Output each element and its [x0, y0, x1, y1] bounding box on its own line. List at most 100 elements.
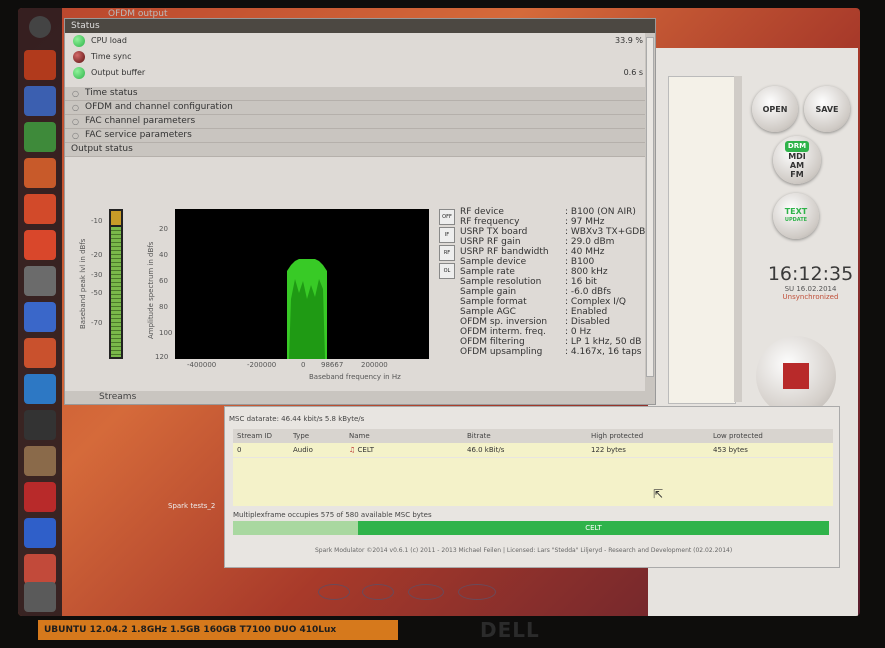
window-scrollbar[interactable] [645, 33, 655, 404]
status-list: CPU load 33.9 % Time sync Output buffer … [65, 33, 655, 81]
workspace-3[interactable] [408, 584, 444, 600]
text-area[interactable] [668, 76, 736, 404]
info-key: USRP RF bandwidth [460, 247, 549, 257]
status-row-buffer: Output buffer 0.6 s [65, 65, 655, 81]
section-ofdm-config[interactable]: ○ OFDM and channel configuration [65, 101, 655, 115]
workspace-1[interactable] [318, 584, 350, 600]
info-key: Sample device [460, 257, 527, 267]
spreadsheet-icon[interactable] [24, 122, 56, 152]
drive-icon[interactable] [24, 446, 56, 476]
spec-ytick: 40 [159, 251, 168, 259]
trash-icon[interactable] [24, 582, 56, 612]
open-button[interactable]: OPEN [752, 86, 798, 132]
cell-name-text: CELT [357, 446, 375, 454]
sync-status: Unsynchronized [782, 293, 839, 301]
streams-window: MSC datarate: 46.44 kbit/s 5.8 kByte/s S… [224, 406, 840, 568]
info-key: Sample rate [460, 267, 515, 277]
cell-type: Audio [293, 446, 313, 454]
settings-gear-icon[interactable] [24, 266, 56, 296]
text-label: TEXT [784, 207, 808, 216]
status-label: Time sync [91, 52, 132, 61]
dash-home-icon[interactable] [29, 16, 51, 38]
cell-id: 0 [237, 446, 242, 454]
spec-xtick: 200000 [361, 361, 388, 369]
info-value: : 0 Hz [565, 327, 591, 337]
spec-ytick: 100 [159, 329, 173, 337]
section-streams[interactable]: Streams [65, 391, 645, 404]
clock-time: 16:12:35 [767, 263, 854, 285]
rf-button[interactable]: RF [439, 245, 455, 261]
info-row: Sample device: B100 [460, 257, 645, 267]
unity-launcher [18, 8, 62, 616]
section-fac-channel[interactable]: ○ FAC channel parameters [65, 115, 655, 129]
section-time-status[interactable]: ○ Time status [65, 87, 655, 101]
info-row: Sample resolution: 16 bit [460, 277, 645, 287]
spectrum-plot [175, 209, 429, 359]
clock: 16:12:35 SU 16.02.2014 Unsynchronized [763, 263, 858, 301]
blue-app-icon[interactable] [24, 518, 56, 548]
info-value: : Enabled [565, 307, 608, 317]
info-key: RF device [460, 207, 504, 217]
status-row-cpu: CPU load 33.9 % [65, 33, 655, 49]
info-value: : B100 (ON AIR) [565, 207, 636, 217]
save-button[interactable]: SAVE [804, 86, 850, 132]
document-icon[interactable] [24, 158, 56, 188]
app-icon[interactable] [24, 338, 56, 368]
presentation-icon[interactable] [24, 194, 56, 224]
ol-button[interactable]: OL [439, 263, 455, 279]
terminal-icon[interactable] [24, 410, 56, 440]
clock-date: SU 16.02.2014 [784, 285, 837, 293]
section-fac-service[interactable]: ○ FAC service parameters [65, 129, 655, 143]
expand-arrow-icon: ○ [72, 117, 79, 126]
info-row: USRP RF gain: 29.0 dBm [460, 237, 645, 247]
info-value: : -6.0 dBfs [565, 287, 612, 297]
section-output-status[interactable]: Output status [65, 143, 655, 157]
info-row: OFDM sp. inversion: Disabled [460, 317, 645, 327]
stop-button[interactable] [756, 336, 836, 416]
table-row[interactable]: 0 Audio ♫ CELT 46.0 kBit/s 122 bytes 453… [233, 443, 833, 457]
col-stream-id: Stream ID [237, 432, 273, 440]
col-type: Type [293, 432, 310, 440]
if-button[interactable]: IF [439, 227, 455, 243]
off-button[interactable]: OFF [439, 209, 455, 225]
workspace-switcher[interactable] [318, 580, 518, 600]
info-key: Sample resolution [460, 277, 542, 287]
col-low: Low protected [713, 432, 763, 440]
spectrum-ylabel: Amplitude spectrum in dBfs [147, 241, 155, 339]
browser-icon[interactable] [24, 86, 56, 116]
table-empty-area[interactable] [233, 458, 833, 506]
info-row: USRP RF bandwidth: 40 MHz [460, 247, 645, 257]
spec-ytick: 120 [155, 353, 169, 361]
scrollbar-thumb[interactable] [646, 37, 654, 377]
spec-xtick: -400000 [187, 361, 217, 369]
info-value: : 4.167x, 16 taps [565, 347, 642, 357]
mode-selector-button[interactable]: DRM MDI AM FM [773, 136, 821, 184]
workspace-4[interactable] [458, 584, 496, 600]
ubuntu-software-icon[interactable] [24, 230, 56, 260]
info-value: : Disabled [565, 317, 610, 327]
streams-table: Stream ID Type Name Bitrate High protect… [233, 429, 833, 506]
status-label: CPU load [91, 36, 127, 45]
text-area-scrollbar[interactable] [734, 76, 742, 402]
info-key: USRP TX board [460, 227, 528, 237]
expand-arrow-icon: ○ [72, 103, 79, 112]
desktop-label[interactable]: Spark tests_2 [168, 502, 215, 510]
spark-app-icon[interactable] [24, 374, 56, 404]
info-row: OFDM filtering: LP 1 kHz, 50 dB [460, 337, 645, 347]
monitor-screen: OFDM output OPEN SAVE DRM MDI AM FM TEXT… [18, 8, 860, 616]
info-row: OFDM interm. freq.: 0 Hz [460, 327, 645, 337]
help-icon[interactable] [24, 302, 56, 332]
cell-name: ♫ CELT [349, 443, 467, 457]
red-app-icon[interactable] [24, 482, 56, 512]
workspace-icon[interactable] [24, 554, 56, 584]
open-label: OPEN [762, 104, 788, 114]
info-row: OFDM upsampling: 4.167x, 16 taps [460, 347, 645, 357]
workspace-2[interactable] [362, 584, 394, 600]
info-key: OFDM filtering [460, 337, 525, 347]
text-update-button[interactable]: TEXT UPDATE [773, 193, 819, 239]
mode-mdi: MDI [788, 152, 806, 161]
status-section-header[interactable]: Status [65, 19, 655, 33]
folder-icon[interactable] [24, 50, 56, 80]
mode-drm: DRM [784, 141, 810, 152]
mode-fm: FM [790, 170, 804, 179]
